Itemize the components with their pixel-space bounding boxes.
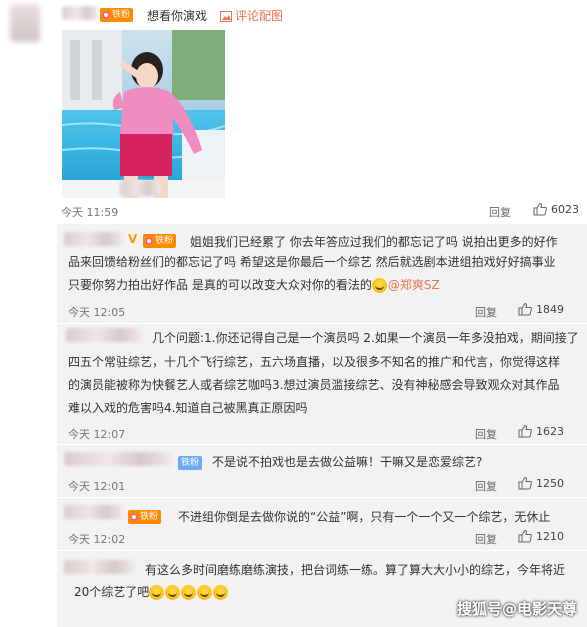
badge-ring-icon <box>145 236 153 245</box>
comment-photo[interactable] <box>62 30 225 198</box>
comment-text: 的演员能被称为快餐艺人或者综艺咖吗3.想过演员滥接综艺、没有神秘感会导致观众对其… <box>68 378 560 392</box>
timestamp: 今天 12:05 <box>68 306 126 319</box>
avatar[interactable] <box>10 4 40 42</box>
grin-emoji-icon <box>213 585 229 600</box>
reply-button[interactable]: 回复 <box>475 426 497 442</box>
like-button[interactable]: 1210 <box>518 530 564 543</box>
photo-watermark-blurred <box>120 180 160 196</box>
image-link[interactable]: 评论配图 <box>220 6 283 26</box>
fan-badge: 铁粉 <box>178 455 203 470</box>
username-blurred[interactable] <box>64 505 124 519</box>
timestamp: 今天 11:59 <box>61 206 119 219</box>
watermark: 搜狐号@电影天尊 <box>456 600 577 618</box>
badge-ring-icon <box>130 512 138 521</box>
username-blurred[interactable] <box>62 6 98 20</box>
like-button[interactable]: 1849 <box>518 303 564 316</box>
username-blurred[interactable] <box>64 232 124 246</box>
like-count: 1210 <box>536 530 564 543</box>
comment-text: 几个问题:1.你还记得自己是一个演员吗 2.如果一个演员一年多没拍戏，期间接了 <box>152 331 579 345</box>
comment-text: 只要你努力拍出好作品 是真的可以改变大众对你的看法的 @郑爽SZ <box>68 278 440 293</box>
grin-emoji-icon <box>181 585 197 600</box>
username-blurred[interactable] <box>64 560 136 574</box>
grin-emoji-icon <box>165 585 181 600</box>
reply-button[interactable]: 回复 <box>475 531 497 547</box>
like-count: 1623 <box>536 425 564 438</box>
image-icon <box>220 10 232 22</box>
grin-emoji-icon <box>197 585 213 600</box>
comment-text: 有这么多时间磨练磨练演技，把台词练一练。算了算大大小小的综艺，今年将近 <box>145 563 566 577</box>
like-count: 1849 <box>536 303 564 316</box>
comment-text: 难以入戏的危害吗4.知道自己被黑真正原因吗 <box>68 401 308 415</box>
badge-ring-icon <box>102 10 110 19</box>
like-button[interactable]: 6023 <box>533 203 579 216</box>
thumbs-up-icon <box>518 303 532 316</box>
timestamp: 今天 12:07 <box>68 428 126 441</box>
comment-text: 四五个常驻综艺，十几个飞行综艺，五六场直播，以及很多不知名的推广和代言，你觉得这… <box>68 355 561 369</box>
username-blurred[interactable] <box>64 452 174 466</box>
timestamp: 今天 12:01 <box>68 480 126 493</box>
like-button[interactable]: 1250 <box>518 477 564 490</box>
thumbs-up-icon <box>518 477 532 490</box>
thumbs-up-icon <box>518 530 532 543</box>
reply-button[interactable]: 回复 <box>489 204 511 220</box>
fan-badge: 铁粉 <box>143 233 177 249</box>
smile-emoji-icon <box>371 278 387 293</box>
like-button[interactable]: 1623 <box>518 425 564 438</box>
mention-link[interactable]: @郑爽SZ <box>388 278 440 292</box>
top-comment-text: 想看你演戏 <box>147 9 208 23</box>
verified-icon: V <box>128 232 138 246</box>
timestamp: 今天 12:02 <box>68 533 126 546</box>
comment-text: 品来回馈给粉丝们的都忘记了吗 希望这是你最后一个综艺 然后就选剧本进组拍戏好好搞… <box>68 255 556 269</box>
like-count: 1250 <box>536 477 564 490</box>
reply-button[interactable]: 回复 <box>475 304 497 320</box>
username-blurred[interactable] <box>66 328 144 342</box>
fan-badge: 铁粉 <box>128 509 162 525</box>
photo-illustration <box>62 30 225 198</box>
comment-text: 不进组你倒是去做你说的“公益”啊，只有一个一个又一个综艺，无休止 <box>178 510 551 524</box>
thumbs-up-icon <box>533 203 547 216</box>
reply-button[interactable]: 回复 <box>475 478 497 494</box>
fan-badge: 铁粉 <box>100 7 134 23</box>
comment-text: 20个综艺了吧 <box>74 582 229 602</box>
like-count: 6023 <box>551 203 579 216</box>
comment-text: 不是说不拍戏也是去做公益嘛！干嘛又是恋爱综艺? <box>212 455 483 469</box>
comment-text: 姐姐我们已经累了 你去年答应过我们的都忘记了吗 说拍出更多的好作 <box>190 235 558 249</box>
grin-emoji-icon <box>149 585 165 600</box>
thumbs-up-icon <box>518 425 532 438</box>
